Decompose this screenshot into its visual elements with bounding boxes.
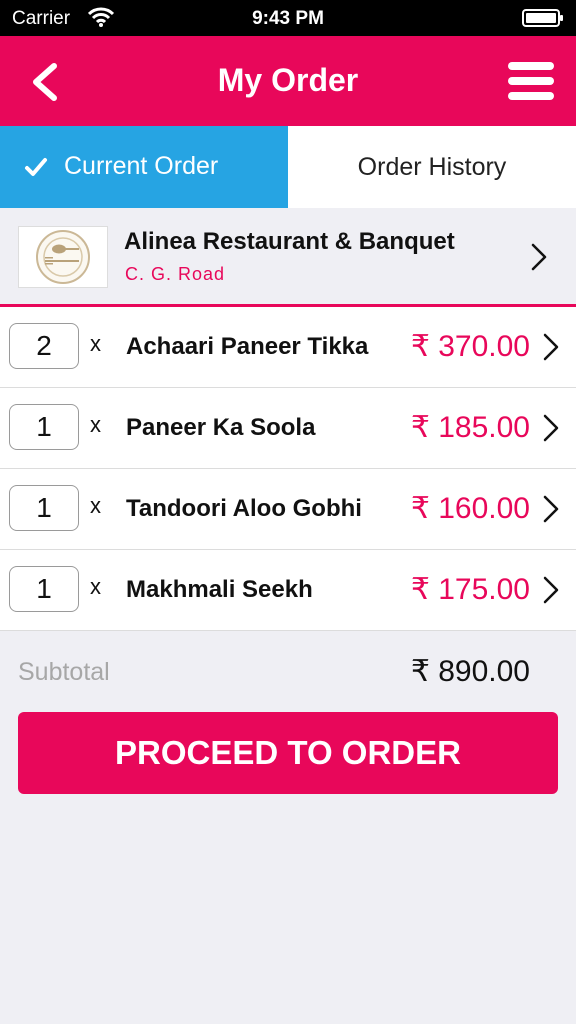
- order-items-list: 2 x Achaari Paneer Tikka ₹ 370.00 1 x Pa…: [0, 307, 576, 631]
- list-item[interactable]: 1 x Makhmali Seekh ₹ 175.00: [0, 550, 576, 631]
- tab-current-order[interactable]: Current Order: [0, 126, 288, 208]
- tab-order-history[interactable]: Order History: [288, 126, 576, 208]
- tab-current-order-label: Current Order: [64, 152, 219, 180]
- proceed-to-order-button[interactable]: PROCEED TO ORDER: [18, 712, 558, 794]
- battery-icon: [522, 9, 563, 27]
- plate-cutlery-icon: [36, 230, 90, 284]
- chevron-right-icon: [543, 495, 559, 523]
- chevron-right-icon: [543, 576, 559, 604]
- quantity-field[interactable]: 1: [9, 566, 79, 612]
- quantity-field[interactable]: 1: [9, 404, 79, 450]
- item-name: Tandoori Aloo Gobhi: [126, 495, 362, 522]
- multiply-sign: x: [90, 493, 101, 518]
- hamburger-menu-icon[interactable]: [508, 60, 554, 102]
- item-price: ₹ 160.00: [410, 492, 530, 525]
- multiply-sign: x: [90, 412, 101, 437]
- quantity-field[interactable]: 1: [9, 485, 79, 531]
- item-price: ₹ 175.00: [410, 573, 530, 606]
- page-title: My Order: [217, 62, 359, 98]
- item-name: Makhmali Seekh: [126, 576, 313, 603]
- navigation-bar: My Order: [0, 36, 576, 126]
- clock-time: 9:43 PM: [252, 8, 324, 29]
- multiply-sign: x: [90, 574, 101, 599]
- item-price: ₹ 370.00: [410, 330, 530, 363]
- subtotal-label: Subtotal: [18, 658, 110, 686]
- chevron-right-icon: [543, 414, 559, 442]
- item-name: Paneer Ka Soola: [126, 414, 316, 441]
- restaurant-area: C. G. Road: [125, 264, 226, 284]
- list-item[interactable]: 2 x Achaari Paneer Tikka ₹ 370.00: [0, 307, 576, 388]
- chevron-right-icon: [531, 243, 547, 271]
- quantity-field[interactable]: 2: [9, 323, 79, 369]
- restaurant-logo: [18, 226, 108, 288]
- list-item[interactable]: 1 x Paneer Ka Soola ₹ 185.00: [0, 388, 576, 469]
- checkmark-icon: [25, 158, 47, 176]
- multiply-sign: x: [90, 331, 101, 356]
- item-name: Achaari Paneer Tikka: [126, 333, 369, 360]
- subtotal-row: Subtotal ₹ 890.00: [0, 650, 576, 696]
- restaurant-name: Alinea Restaurant & Banquet: [124, 228, 455, 255]
- restaurant-row[interactable]: Alinea Restaurant & Banquet C. G. Road: [0, 208, 576, 307]
- list-item[interactable]: 1 x Tandoori Aloo Gobhi ₹ 160.00: [0, 469, 576, 550]
- status-bar: Carrier 9:43 PM: [0, 0, 576, 36]
- subtotal-value: ₹ 890.00: [410, 655, 530, 688]
- order-tabs: Current Order Order History: [0, 126, 576, 208]
- item-price: ₹ 185.00: [410, 411, 530, 444]
- chevron-right-icon: [543, 333, 559, 361]
